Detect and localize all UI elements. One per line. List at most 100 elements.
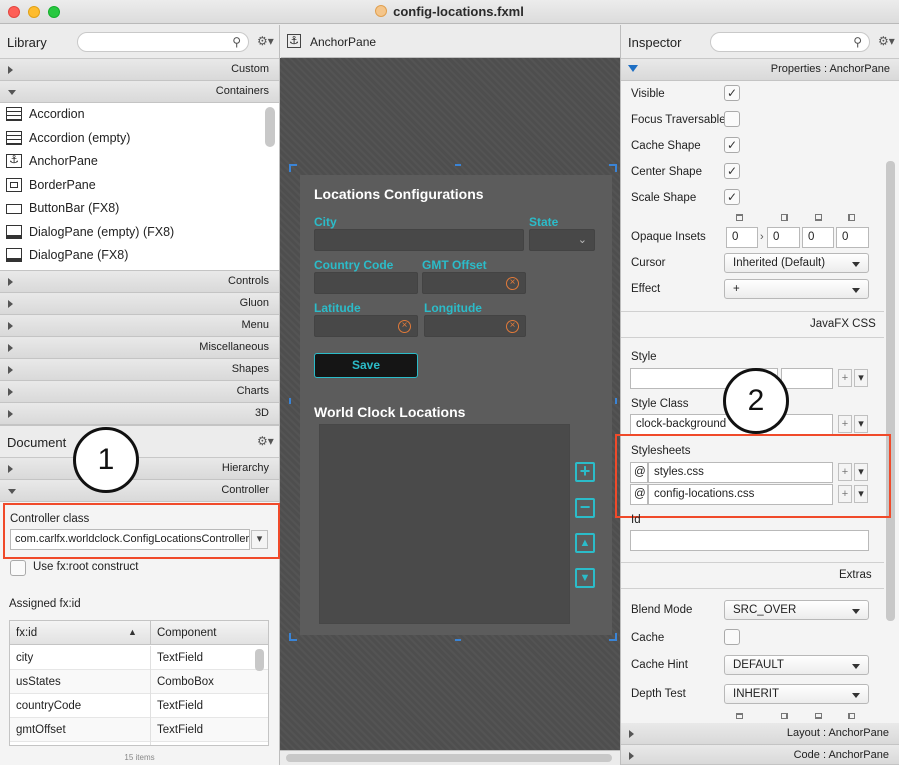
selection-handle[interactable] xyxy=(455,164,461,172)
fxid-column-header[interactable]: fx:id xyxy=(16,627,37,639)
inspector-search-input[interactable]: ⚲ xyxy=(710,32,870,52)
expand-arrow-icon xyxy=(8,278,13,286)
section-label: Shapes xyxy=(231,363,269,375)
fxroot-checkbox[interactable] xyxy=(10,560,26,576)
list-item[interactable]: DialogPane (FX8) xyxy=(0,244,262,268)
expand-arrow-icon xyxy=(8,465,13,473)
style-menu-button[interactable]: ▾ xyxy=(854,369,868,387)
latitude-input[interactable]: × xyxy=(314,315,418,337)
save-button[interactable]: Save xyxy=(314,353,418,378)
inset-bottom-field[interactable]: 0 xyxy=(802,227,834,248)
library-search-input[interactable]: ⚲ xyxy=(77,32,249,52)
library-section-3d[interactable]: 3D xyxy=(0,403,279,425)
section-label: Custom xyxy=(231,63,269,75)
sort-ascending-icon[interactable]: ▲ xyxy=(128,627,137,637)
table-row[interactable]: gmtOffset TextField xyxy=(10,718,268,742)
style-add-button[interactable]: + xyxy=(838,369,852,387)
minus-icon: − xyxy=(579,497,591,517)
component-column-header[interactable]: Component xyxy=(157,627,216,639)
divider xyxy=(621,562,884,563)
inset-left-field[interactable]: 0 xyxy=(836,227,869,248)
clock-locations-list[interactable] xyxy=(319,424,570,624)
list-item[interactable]: Accordion xyxy=(0,103,262,127)
list-item[interactable]: DialogPane (empty) (FX8) xyxy=(0,221,262,245)
inset-top-field[interactable]: 0 xyxy=(726,227,758,248)
library-section-controls[interactable]: Controls xyxy=(0,271,279,293)
table-header: fx:id ▲ Component xyxy=(10,621,268,645)
layout-section-header[interactable]: Layout : AnchorPane xyxy=(621,723,899,745)
style-class-menu-button[interactable]: ▾ xyxy=(854,415,868,433)
expand-arrow-icon xyxy=(629,730,634,738)
state-combobox[interactable]: ⌄ xyxy=(529,229,595,251)
city-input[interactable] xyxy=(314,229,524,251)
table-row[interactable]: usStates ComboBox xyxy=(10,670,268,694)
document-section-hierarchy[interactable]: Hierarchy xyxy=(0,458,279,480)
library-section-miscellaneous[interactable]: Miscellaneous xyxy=(0,337,279,359)
selection-handle[interactable] xyxy=(289,164,297,172)
canvas-horizontal-scrollbar[interactable] xyxy=(286,754,612,762)
table-scrollbar[interactable] xyxy=(255,649,264,671)
cache-hint-select[interactable]: DEFAULT xyxy=(724,655,869,675)
list-item[interactable]: Accordion (empty) xyxy=(0,127,262,151)
breadcrumb[interactable]: AnchorPane xyxy=(310,35,376,49)
inspector-gear-icon[interactable]: ⚙▾ xyxy=(878,34,895,48)
longitude-input[interactable]: × xyxy=(424,315,526,337)
library-section-shapes[interactable]: Shapes xyxy=(0,359,279,381)
move-up-button[interactable]: ▲ xyxy=(575,533,595,553)
cache-checkbox[interactable] xyxy=(724,629,740,645)
dialogpane-icon xyxy=(6,225,22,239)
cursor-select[interactable]: Inherited (Default) xyxy=(724,253,869,273)
move-down-button[interactable]: ▼ xyxy=(575,568,595,588)
effect-select[interactable]: + xyxy=(724,279,869,299)
focus-traversable-checkbox[interactable] xyxy=(724,111,740,127)
javafx-css-heading: JavaFX CSS xyxy=(810,318,876,330)
cache-shape-checkbox[interactable]: ✓ xyxy=(724,137,740,153)
library-section-custom[interactable]: Custom xyxy=(0,59,279,81)
selection-handle[interactable] xyxy=(289,398,297,404)
library-section-containers[interactable]: Containers xyxy=(0,81,279,103)
properties-section-header[interactable]: Properties : AnchorPane xyxy=(621,59,899,81)
blend-mode-value: SRC_OVER xyxy=(733,604,797,616)
focus-traversable-label: Focus Traversable xyxy=(631,114,726,126)
section-label: Hierarchy xyxy=(221,462,269,474)
blend-mode-select[interactable]: SRC_OVER xyxy=(724,600,869,620)
id-field[interactable] xyxy=(630,530,869,551)
document-gear-icon[interactable]: ⚙▾ xyxy=(257,434,274,448)
list-item[interactable]: BorderPane xyxy=(0,174,262,198)
table-row[interactable]: city TextField xyxy=(10,646,268,670)
style-class-add-button[interactable]: + xyxy=(838,415,852,433)
clear-icon[interactable]: × xyxy=(398,320,411,333)
selection-handle[interactable] xyxy=(289,633,297,641)
library-section-charts[interactable]: Charts xyxy=(0,381,279,403)
remove-location-button[interactable]: − xyxy=(575,498,595,518)
depth-test-select[interactable]: INHERIT xyxy=(724,684,869,704)
center-shape-checkbox[interactable]: ✓ xyxy=(724,163,740,179)
document-section-controller[interactable]: Controller xyxy=(0,480,279,502)
code-section-header[interactable]: Code : AnchorPane xyxy=(621,745,899,765)
library-section-gluon[interactable]: Gluon xyxy=(0,293,279,315)
item-label: AnchorPane xyxy=(29,154,98,168)
library-gear-icon[interactable]: ⚙▾ xyxy=(257,34,274,48)
library-scrollbar[interactable] xyxy=(265,107,275,147)
chevron-down-icon xyxy=(852,262,860,267)
table-row[interactable]: countryCode TextField xyxy=(10,694,268,718)
gmt-offset-input[interactable]: × xyxy=(422,272,526,294)
country-code-label: Country Code xyxy=(314,258,394,272)
expand-arrow-icon xyxy=(8,388,13,396)
arrow-down-icon: ▼ xyxy=(579,572,591,584)
scale-shape-checkbox[interactable]: ✓ xyxy=(724,189,740,205)
list-item[interactable]: ⚓ AnchorPane xyxy=(0,150,262,174)
link-insets-icon[interactable]: › xyxy=(760,231,764,243)
inspector-scrollbar[interactable] xyxy=(886,161,895,621)
country-code-input[interactable] xyxy=(314,272,418,294)
style-value-field[interactable] xyxy=(781,368,833,389)
library-section-menu[interactable]: Menu xyxy=(0,315,279,337)
list-item[interactable]: ButtonBar (FX8) xyxy=(0,197,262,221)
inset-right-field[interactable]: 0 xyxy=(767,227,800,248)
annotation-box-1 xyxy=(3,503,280,559)
selection-handle[interactable] xyxy=(609,164,617,172)
add-location-button[interactable]: + xyxy=(575,462,595,482)
visible-checkbox[interactable]: ✓ xyxy=(724,85,740,101)
clear-icon[interactable]: × xyxy=(506,277,519,290)
clear-icon[interactable]: × xyxy=(506,320,519,333)
